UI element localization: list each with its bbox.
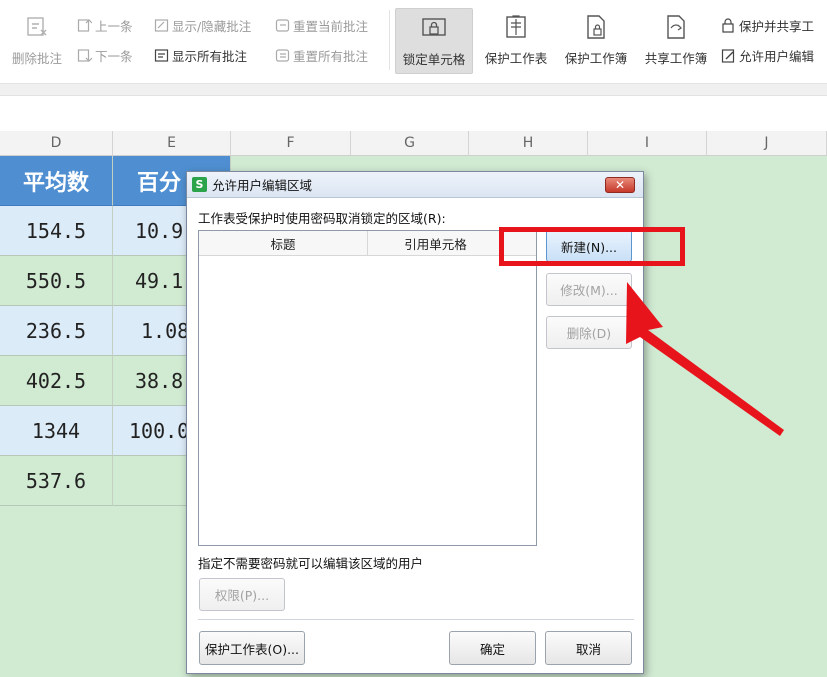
dialog-title-bar[interactable]: S 允许用户编辑区域 ✕ <box>187 172 643 198</box>
dialog-close-button[interactable]: ✕ <box>605 177 635 193</box>
delete-comment-button[interactable]: 删除批注 <box>6 8 68 74</box>
reset-all-comments-icon <box>274 47 290 63</box>
delete-comment-icon <box>22 12 52 42</box>
column-ref-cells[interactable]: 引用单元格 <box>368 231 504 255</box>
reset-current-comment-button[interactable]: 重置当前批注 <box>274 14 368 36</box>
column-header-h[interactable]: H <box>469 131 588 156</box>
lock-cell-button[interactable]: 锁定单元格 <box>395 8 473 74</box>
allow-users-edit-icon <box>720 47 736 63</box>
ranges-list-header: 标题 引用单元格 <box>199 231 536 256</box>
protect-sheet-icon <box>501 12 531 42</box>
cell-d-row2[interactable]: 550.5 <box>0 256 113 306</box>
cell-header-average[interactable]: 平均数 <box>0 156 113 206</box>
column-header-j[interactable]: J <box>707 131 827 156</box>
highlight-box <box>499 227 685 266</box>
protect-sheet-button[interactable]: 保护工作表 <box>478 8 554 74</box>
ok-button[interactable]: 确定 <box>449 631 536 665</box>
cell-d-row1[interactable]: 154.5 <box>0 206 113 256</box>
cell-d-row3[interactable]: 236.5 <box>0 306 113 356</box>
formula-bar-area[interactable] <box>0 97 827 130</box>
cell-d-row4[interactable]: 402.5 <box>0 356 113 406</box>
app-logo-icon: S <box>192 177 207 192</box>
column-header-i[interactable]: I <box>588 131 707 156</box>
protect-sheet-dialog-button[interactable]: 保护工作表(O)... <box>199 631 305 665</box>
reset-comment-icon <box>274 17 290 33</box>
show-all-comments-icon <box>153 47 169 63</box>
show-hide-comment-button[interactable]: 显示/隐藏批注 <box>153 14 251 36</box>
reset-all-comments-button[interactable]: 重置所有批注 <box>274 44 368 66</box>
show-hide-comment-icon <box>153 17 169 33</box>
prev-comment-icon <box>76 17 92 33</box>
close-icon: ✕ <box>614 178 626 192</box>
share-workbook-icon <box>661 12 691 42</box>
column-header-d[interactable]: D <box>0 131 113 156</box>
dialog-divider <box>198 619 634 620</box>
review-ribbon: 删除批注 上一条 下一条 显示/隐藏批注 显示所有批注 重置当前批注 重置所有批… <box>0 0 827 84</box>
cell-d-row6[interactable]: 537.6 <box>0 456 113 506</box>
cell-d-row5[interactable]: 1344 <box>0 406 113 456</box>
cancel-button[interactable]: 取消 <box>545 631 632 665</box>
protect-workbook-button[interactable]: 保护工作簿 <box>558 8 634 74</box>
column-header-g[interactable]: G <box>351 131 469 156</box>
show-all-comments-button[interactable]: 显示所有批注 <box>153 44 247 66</box>
ribbon-separator <box>389 10 390 70</box>
column-header-e[interactable]: E <box>113 131 231 156</box>
ranges-list[interactable]: 标题 引用单元格 <box>198 230 537 546</box>
next-comment-icon <box>76 47 92 63</box>
delete-range-button[interactable]: 删除(D) <box>546 316 632 349</box>
column-title[interactable]: 标题 <box>199 231 368 255</box>
ribbon-gap <box>0 84 827 96</box>
column-header-f[interactable]: F <box>231 131 351 156</box>
modify-range-button[interactable]: 修改(M)... <box>546 273 632 306</box>
permissions-button[interactable]: 权限(P)... <box>199 578 285 611</box>
share-workbook-button[interactable]: 共享工作簿 <box>638 8 714 74</box>
next-comment-button[interactable]: 下一条 <box>76 44 133 66</box>
allow-users-edit-button[interactable]: 允许用户编辑 <box>720 44 814 66</box>
protect-share-icon <box>720 17 736 33</box>
lock-cell-icon <box>419 13 449 43</box>
dialog-title: 允许用户编辑区域 <box>212 178 313 193</box>
prev-comment-button[interactable]: 上一条 <box>76 14 133 36</box>
users-label: 指定不需要密码就可以编辑该区域的用户 <box>198 556 424 571</box>
protect-and-share-button[interactable]: 保护并共享工 <box>720 14 814 36</box>
ranges-label: 工作表受保护时使用密码取消锁定的区域(R): <box>198 211 446 226</box>
protect-workbook-icon <box>581 12 611 42</box>
